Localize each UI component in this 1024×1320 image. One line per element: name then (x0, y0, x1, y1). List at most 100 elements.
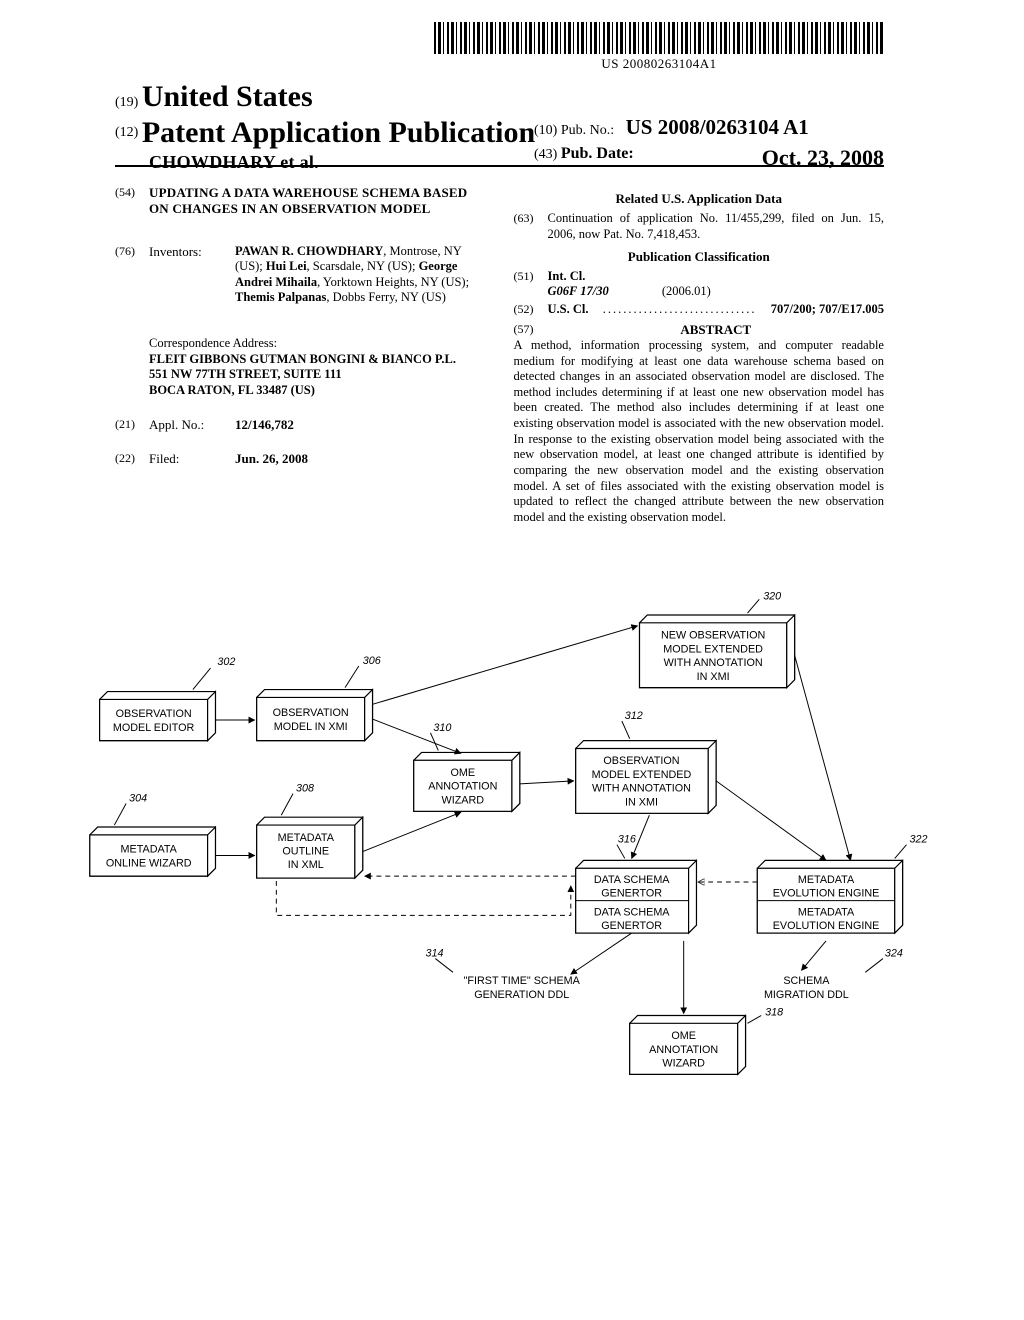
inventors: PAWAN R. CHOWDHARY, Montrose, NY (US); H… (235, 244, 486, 307)
box-308: METADATA OUTLINE IN XML (257, 817, 363, 878)
patent-cover-page: US 20080263104A1 (19) United States (12)… (0, 0, 1024, 1320)
svg-text:METADATA: METADATA (798, 906, 855, 918)
svg-text:ONLINE WIZARD: ONLINE WIZARD (106, 857, 192, 869)
correspondence-city: BOCA RATON, FL 33487 (US) (149, 383, 486, 399)
svg-text:OBSERVATION: OBSERVATION (116, 708, 192, 720)
dot-leader: .............................. (588, 302, 770, 318)
pub-date: Oct. 23, 2008 (762, 144, 884, 172)
appl-number: 12/146,782 (235, 417, 294, 433)
svg-text:IN XMI: IN XMI (625, 796, 658, 808)
svg-text:310: 310 (433, 722, 451, 734)
svg-text:OBSERVATION: OBSERVATION (273, 707, 349, 719)
svg-text:DATA SCHEMA: DATA SCHEMA (594, 906, 670, 918)
code-12: (12) (115, 125, 138, 140)
svg-text:GENERTOR: GENERTOR (601, 920, 662, 932)
code-57: (57) (514, 322, 548, 338)
svg-text:WITH ANNOTATION: WITH ANNOTATION (664, 657, 763, 669)
applno-label: Appl. No.: (149, 417, 235, 433)
code-21: (21) (115, 417, 149, 433)
code-22: (22) (115, 451, 149, 467)
pubclass-heading: Publication Classification (514, 249, 885, 265)
uscl-label: U.S. Cl. (548, 302, 589, 318)
filed-date: Jun. 26, 2008 (235, 451, 308, 467)
svg-text:ANNOTATION: ANNOTATION (649, 1044, 718, 1056)
code-76: (76) (115, 244, 149, 307)
svg-text:312: 312 (625, 710, 643, 722)
barcode-icon (434, 22, 884, 54)
intcl-version: (2006.01) (662, 284, 711, 298)
invention-title: UPDATING A DATA WAREHOUSE SCHEMA BASED O… (149, 185, 486, 218)
svg-text:OUTLINE: OUTLINE (282, 846, 329, 858)
svg-text:GENERATION DDL: GENERATION DDL (474, 989, 569, 1001)
svg-text:IN XMI: IN XMI (697, 671, 730, 683)
box-302: OBSERVATION MODEL EDITOR (100, 692, 216, 741)
svg-text:322: 322 (909, 834, 927, 846)
box-312: OBSERVATION MODEL EXTENDED WITH ANNOTATI… (576, 741, 716, 814)
code-19: (19) (115, 95, 138, 110)
pubdate-label: Pub. Date: (561, 145, 634, 162)
figure-1: OBSERVATION MODEL EDITOR 302 METADATA ON… (80, 590, 934, 1280)
header-rule (115, 165, 884, 167)
svg-text:MODEL EXTENDED: MODEL EXTENDED (592, 769, 692, 781)
inventors-label: Inventors: (149, 244, 235, 307)
svg-text:IN XML: IN XML (288, 859, 324, 871)
body-columns: (54) UPDATING A DATA WAREHOUSE SCHEMA BA… (115, 185, 884, 525)
svg-text:WIZARD: WIZARD (662, 1058, 705, 1070)
correspondence-name: FLEIT GIBBONS GUTMAN BONGINI & BIANCO P.… (149, 352, 486, 368)
box-304: METADATA ONLINE WIZARD (90, 827, 216, 876)
box-320: NEW OBSERVATION MODEL EXTENDED WITH ANNO… (640, 615, 795, 688)
svg-text:MODEL EDITOR: MODEL EDITOR (113, 722, 195, 734)
svg-text:OME: OME (671, 1030, 696, 1042)
svg-text:METADATA: METADATA (798, 874, 855, 886)
code-63: (63) (514, 211, 548, 242)
filed-label: Filed: (149, 451, 235, 467)
svg-text:ANNOTATION: ANNOTATION (428, 781, 497, 793)
svg-text:320: 320 (763, 590, 781, 602)
svg-text:MIGRATION DDL: MIGRATION DDL (764, 989, 849, 1001)
related-text: Continuation of application No. 11/455,2… (548, 211, 885, 242)
correspondence-street: 551 NW 77TH STREET, SUITE 111 (149, 367, 486, 383)
code-52: (52) (514, 302, 548, 318)
uscl-value: 707/200; 707/E17.005 (771, 302, 884, 318)
svg-text:WIZARD: WIZARD (442, 794, 485, 806)
svg-text:EVOLUTION ENGINE: EVOLUTION ENGINE (773, 920, 880, 932)
code-10: (10) (534, 123, 557, 138)
box-306: OBSERVATION MODEL IN XMI (257, 690, 373, 741)
svg-text:"FIRST TIME" SCHEMA: "FIRST TIME" SCHEMA (464, 975, 581, 987)
svg-text:MODEL EXTENDED: MODEL EXTENDED (663, 643, 763, 655)
left-column: (54) UPDATING A DATA WAREHOUSE SCHEMA BA… (115, 185, 486, 525)
box-310: OME ANNOTATION WIZARD (414, 752, 520, 811)
box-318: OME ANNOTATION WIZARD (630, 1015, 746, 1074)
country: United States (142, 80, 313, 113)
svg-text:SCHEMA: SCHEMA (783, 975, 830, 987)
authors-line: CHOWDHARY et al. (149, 152, 319, 172)
abstract-heading: ABSTRACT (548, 322, 885, 338)
svg-text:MODEL IN XMI: MODEL IN XMI (274, 721, 348, 733)
svg-text:EVOLUTION ENGINE: EVOLUTION ENGINE (773, 888, 880, 900)
svg-text:306: 306 (363, 655, 381, 667)
svg-text:OME: OME (451, 767, 476, 779)
box-322: METADATA EVOLUTION ENGINE METADATA EVOLU… (757, 860, 902, 933)
pub-number: US 2008/0263104 A1 (626, 115, 809, 139)
right-column: Related U.S. Application Data (63) Conti… (514, 185, 885, 525)
barcode-text: US 20080263104A1 (434, 56, 884, 72)
header: (19) United States (12) Patent Applicati… (115, 78, 884, 174)
code-43: (43) (534, 147, 557, 162)
svg-text:304: 304 (129, 793, 147, 805)
svg-text:314: 314 (426, 948, 444, 960)
svg-text:316: 316 (618, 834, 636, 846)
svg-text:324: 324 (885, 948, 903, 960)
abstract-text: A method, information processing system,… (514, 338, 885, 526)
code-51: (51) (514, 269, 548, 300)
svg-text:WITH ANNOTATION: WITH ANNOTATION (592, 783, 691, 795)
svg-text:308: 308 (296, 783, 314, 795)
svg-text:METADATA: METADATA (278, 832, 335, 844)
intcl-label: Int. Cl. (548, 269, 586, 283)
pubno-label: Pub. No.: (561, 123, 614, 138)
svg-text:DATA SCHEMA: DATA SCHEMA (594, 874, 670, 886)
related-heading: Related U.S. Application Data (514, 191, 885, 207)
intcl-code: G06F 17/30 (548, 284, 609, 298)
code-54: (54) (115, 185, 149, 218)
doc-type: Patent Application Publication (142, 116, 535, 149)
svg-text:GENERTOR: GENERTOR (601, 888, 662, 900)
